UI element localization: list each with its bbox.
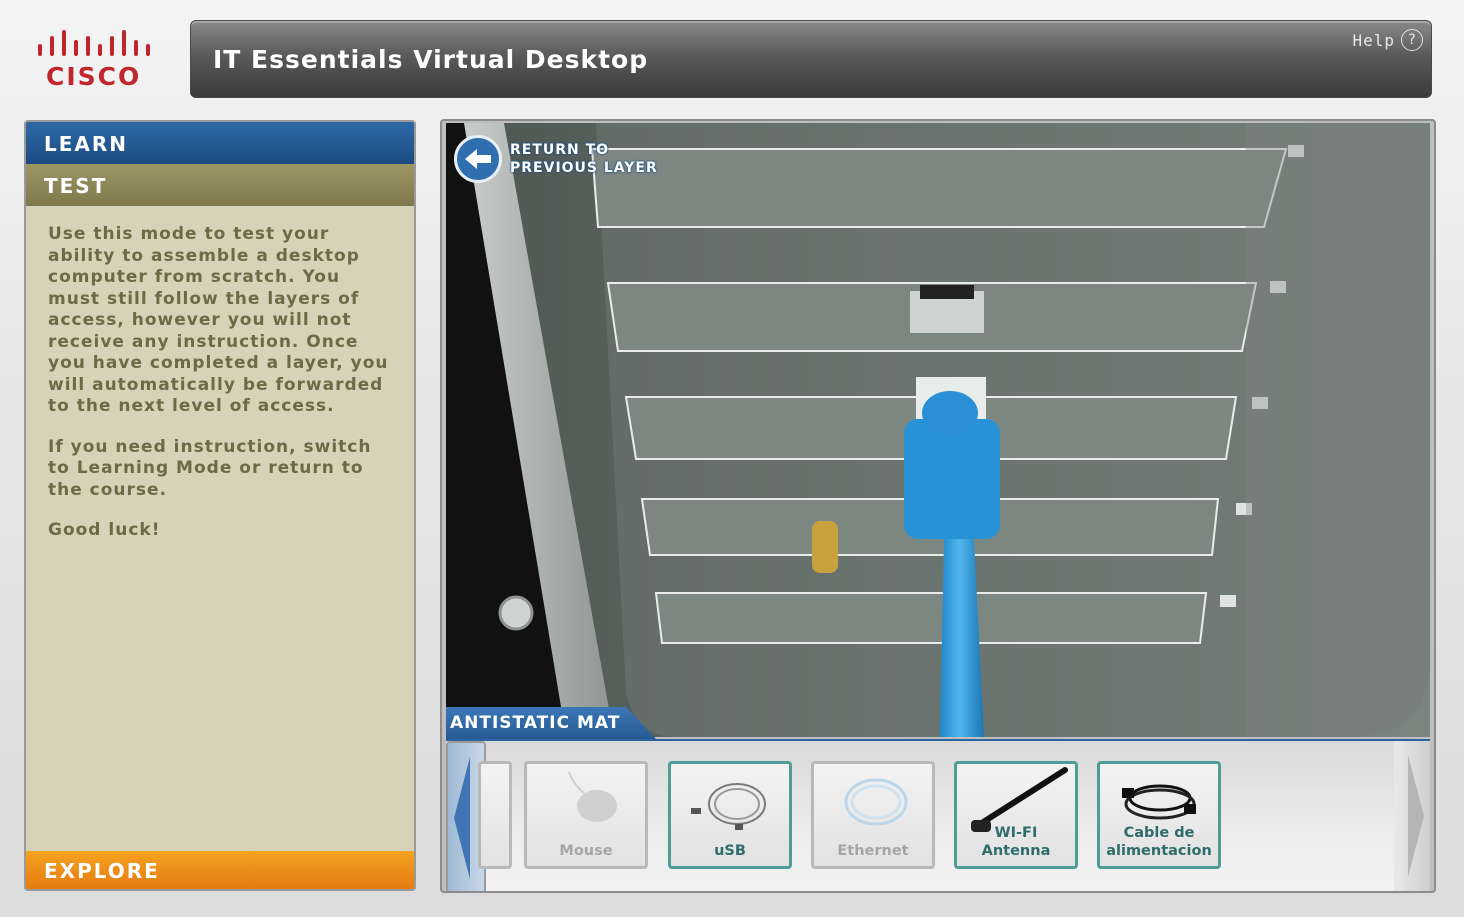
scroll-right-button[interactable] — [1394, 741, 1430, 891]
tray-card-partial[interactable] — [478, 761, 512, 869]
cisco-wordmark: CISCO — [46, 62, 142, 91]
help-button[interactable]: Help ? — [1352, 29, 1423, 51]
workspace-panel: RETURN TO PREVIOUS LAYER ANTISTATIC MAT … — [440, 119, 1436, 893]
cisco-bars-icon — [38, 30, 150, 56]
return-label[interactable]: RETURN TO PREVIOUS LAYER — [510, 141, 658, 177]
tab-learn[interactable]: LEARN — [26, 122, 414, 164]
question-circle-icon[interactable]: ? — [1401, 29, 1423, 51]
tray-card-power-cable[interactable]: Cable de alimentacion — [1097, 761, 1221, 869]
mouse-icon — [568, 771, 617, 822]
cisco-logo: CISCO — [34, 26, 154, 92]
card-label: Mouse — [559, 843, 613, 859]
tray-card-wifi-antenna[interactable]: WI-FI Antenna — [954, 761, 1078, 869]
chevron-right-icon[interactable] — [1394, 741, 1430, 891]
usb-cable-icon — [691, 783, 766, 830]
tray-card-mouse[interactable]: Mouse — [524, 761, 648, 869]
instruction-paragraph: If you need instruction, switch to Learn… — [48, 436, 372, 500]
component-tray: Mouse uSB Ethernet WI-FI Antenna Cable d… — [446, 739, 1430, 891]
mode-panel: LEARN TEST Use this mode to test your ab… — [24, 120, 416, 891]
case-back-illustration — [446, 123, 1430, 737]
tab-test[interactable]: TEST — [26, 164, 414, 206]
instructions: Use this mode to test your ability to as… — [26, 206, 414, 542]
tray-card-ethernet[interactable]: Ethernet — [811, 761, 935, 869]
computer-back-view: RETURN TO PREVIOUS LAYER — [446, 123, 1430, 737]
return-to-previous-layer-button[interactable]: RETURN TO PREVIOUS LAYER — [454, 135, 658, 183]
app-title: IT Essentials Virtual Desktop — [213, 45, 649, 74]
tray-card-usb[interactable]: uSB — [668, 761, 792, 869]
tab-explore[interactable]: EXPLORE — [26, 851, 414, 889]
instruction-paragraph: Use this mode to test your ability to as… — [48, 224, 389, 416]
card-label: uSB — [714, 843, 746, 859]
instruction-paragraph: Good luck! — [48, 520, 161, 540]
back-arrow-icon[interactable] — [454, 135, 502, 183]
antistatic-mat-label: ANTISTATIC MAT — [446, 707, 656, 739]
card-label: Cable de alimentacion — [1106, 825, 1212, 859]
help-label: Help — [1352, 30, 1395, 50]
app-header: IT Essentials Virtual Desktop Help ? — [190, 20, 1432, 98]
card-label: Ethernet — [837, 843, 909, 859]
ethernet-cable-icon — [844, 778, 908, 826]
card-label: WI-FI Antenna — [981, 825, 1051, 859]
